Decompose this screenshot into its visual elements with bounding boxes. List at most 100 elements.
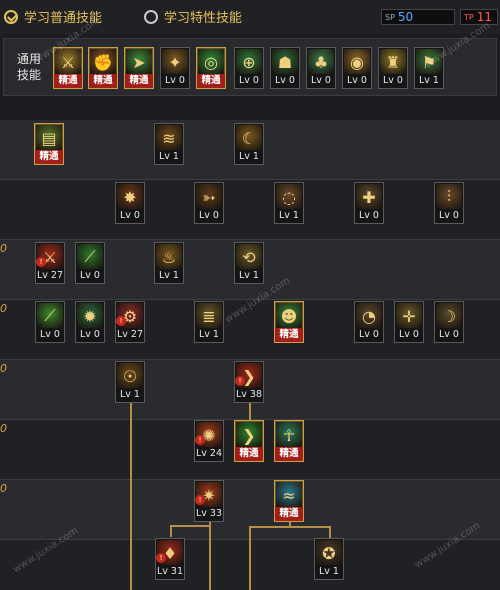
skill-wave[interactable]: ◌ Lv 1 xyxy=(274,182,304,224)
skill-red-arc[interactable]: ❯! Lv 38 xyxy=(234,361,264,403)
skill-level: Lv 0 xyxy=(76,269,104,283)
general-skill-target[interactable]: ◎ 精通 xyxy=(196,47,226,89)
skill-arrow[interactable]: ➳ Lv 0 xyxy=(194,182,224,224)
skill-red-blade[interactable]: ⚔! Lv 27 xyxy=(35,242,65,284)
mushroom-icon: ♣ xyxy=(308,49,334,75)
tree-connector xyxy=(170,525,211,527)
skill-level: 精通 xyxy=(275,328,303,342)
skill-spin-icon: ◔ xyxy=(356,303,382,329)
skill-glyph: ✪ xyxy=(322,543,336,563)
skill-claw-icon: ≋ xyxy=(156,125,182,151)
skill-level: Lv 0 xyxy=(235,74,263,88)
skill-shield-icon: ✚ xyxy=(356,184,382,210)
tree-connector xyxy=(329,526,331,538)
skill-cross[interactable]: ✛ Lv 0 xyxy=(394,301,424,343)
skill-glyph: ≋ xyxy=(162,128,176,148)
tree-connector xyxy=(170,525,172,537)
general-skill-vortex[interactable]: ◉ Lv 0 xyxy=(342,47,372,89)
row-divider xyxy=(0,299,500,300)
general-skill-fire-fist[interactable]: ✊ 精通 xyxy=(88,47,118,89)
skill-green-arrow[interactable]: ❯ 精通 xyxy=(234,420,264,462)
skill-dark-vortex[interactable]: ✪ Lv 1 xyxy=(314,538,344,580)
rush-icon: ⚔ xyxy=(55,49,81,75)
skill-flame-fall[interactable]: ♨ Lv 1 xyxy=(154,242,184,284)
skill-level: 精通 xyxy=(275,447,303,461)
skill-green-arrow-icon: ❯ xyxy=(236,422,262,448)
skill-glyph: ⫶ xyxy=(446,187,451,206)
row-level-mark: 0 xyxy=(0,302,7,315)
general-skill-rush[interactable]: ⚔ 精通 xyxy=(53,47,83,89)
skill-glyph: ✚ xyxy=(362,187,376,207)
skill-book[interactable]: ▤ 精通 xyxy=(34,123,64,165)
general-skill-dash[interactable]: ➤ 精通 xyxy=(124,47,154,89)
skill-dark-vortex-icon: ✪ xyxy=(316,540,342,566)
skill-flame-pillar[interactable]: ♦! Lv 31 xyxy=(155,538,185,580)
skill-slash[interactable]: ☾ Lv 1 xyxy=(234,123,264,165)
flex-icon: ☗ xyxy=(272,49,298,75)
skill-level: Lv 0 xyxy=(116,209,144,223)
skill-gear[interactable]: ⚙! Lv 27 xyxy=(115,301,145,343)
vortex-icon: ◉ xyxy=(344,49,370,75)
general-skill-wings[interactable]: ✦ Lv 0 xyxy=(160,47,190,89)
general-skill-guard[interactable]: ♜ Lv 0 xyxy=(378,47,408,89)
skill-tide-icon: ≈ xyxy=(276,482,302,508)
tree-connector xyxy=(249,526,331,528)
skill-level: Lv 1 xyxy=(415,74,443,88)
alert-icon: ! xyxy=(195,435,205,445)
skill-rage[interactable]: ☉ Lv 1 xyxy=(115,361,145,403)
skill-level: 精通 xyxy=(197,74,225,88)
tab-special-skills[interactable]: 学习特性技能 xyxy=(144,7,242,26)
skill-glyph: ☻ xyxy=(280,306,298,326)
skill-green-sword[interactable]: ⟋ Lv 0 xyxy=(75,242,105,284)
skill-tornado[interactable]: ≣ Lv 1 xyxy=(194,301,224,343)
row-level-mark: 0 xyxy=(0,362,7,375)
skill-green-star[interactable]: ✹ Lv 0 xyxy=(75,301,105,343)
skill-level: Lv 0 xyxy=(435,209,463,223)
general-skill-kick[interactable]: ⚑ Lv 1 xyxy=(414,47,444,89)
skill-glyph: ⚔ xyxy=(60,52,76,72)
skill-burst[interactable]: ✸ Lv 0 xyxy=(115,182,145,224)
skill-glyph: ✛ xyxy=(402,306,416,326)
radio-icon xyxy=(144,9,158,24)
skill-level: Lv 24 xyxy=(195,447,223,461)
skill-level: Lv 33 xyxy=(195,507,223,521)
skill-level: Lv 1 xyxy=(195,328,223,342)
alert-icon: ! xyxy=(116,316,126,326)
dash-icon: ➤ xyxy=(126,49,152,75)
skill-moon[interactable]: ☽ Lv 0 xyxy=(434,301,464,343)
skill-claw[interactable]: ≋ Lv 1 xyxy=(154,123,184,165)
skill-cyclone[interactable]: ⟲ Lv 1 xyxy=(234,242,264,284)
row-divider xyxy=(0,179,500,180)
skill-level: Lv 0 xyxy=(355,209,383,223)
skill-spin[interactable]: ◔ Lv 0 xyxy=(354,301,384,343)
skill-triblade-icon: ⫶ xyxy=(436,184,462,210)
skill-level: Lv 0 xyxy=(435,328,463,342)
skill-glyph: ♣ xyxy=(313,52,329,72)
skill-tide[interactable]: ≈ 精通 xyxy=(274,480,304,522)
skill-sun[interactable]: ✺! Lv 24 xyxy=(194,420,224,462)
skill-arrow-icon: ➳ xyxy=(196,184,222,210)
skill-glyph: ⟋ xyxy=(84,247,96,266)
tab-normal-skills[interactable]: 学习普通技能 xyxy=(4,7,102,26)
general-skill-flex[interactable]: ☗ Lv 0 xyxy=(270,47,300,89)
skill-glyph: ♜ xyxy=(385,52,401,72)
general-skill-mushroom[interactable]: ♣ Lv 0 xyxy=(306,47,336,89)
skill-fighter[interactable]: ☥ 精通 xyxy=(274,420,304,462)
skill-green-blade[interactable]: ⟋ Lv 0 xyxy=(35,301,65,343)
skill-level: Lv 1 xyxy=(235,150,263,164)
skill-level: Lv 0 xyxy=(355,328,383,342)
skill-aura[interactable]: ☻ 精通 xyxy=(274,301,304,343)
skill-level: Lv 38 xyxy=(235,388,263,402)
tp-value: 11 xyxy=(476,10,492,24)
skill-eruption[interactable]: ✷! Lv 33 xyxy=(194,480,224,522)
skill-glyph: ⊕ xyxy=(242,52,256,72)
general-skill-crosshair[interactable]: ⊕ Lv 0 xyxy=(234,47,264,89)
skill-glyph: ◎ xyxy=(204,52,218,72)
skill-glyph: ⟋ xyxy=(44,306,56,325)
skill-tree: 0 0 0 0 0 ▤ 精通 ≋ Lv 1 ☾ Lv 1 ✸ Lv 0 ➳ Lv 0 ◌ Lv 1 ✚ L… xyxy=(0,120,500,590)
skill-tab-bar: 学习普通技能 学习特性技能 SP 50 TP 11 xyxy=(0,0,500,34)
skill-level: Lv 0 xyxy=(307,74,335,88)
skill-triblade[interactable]: ⫶ Lv 0 xyxy=(434,182,464,224)
skill-shield[interactable]: ✚ Lv 0 xyxy=(354,182,384,224)
skill-green-sword-icon: ⟋ xyxy=(77,244,103,270)
